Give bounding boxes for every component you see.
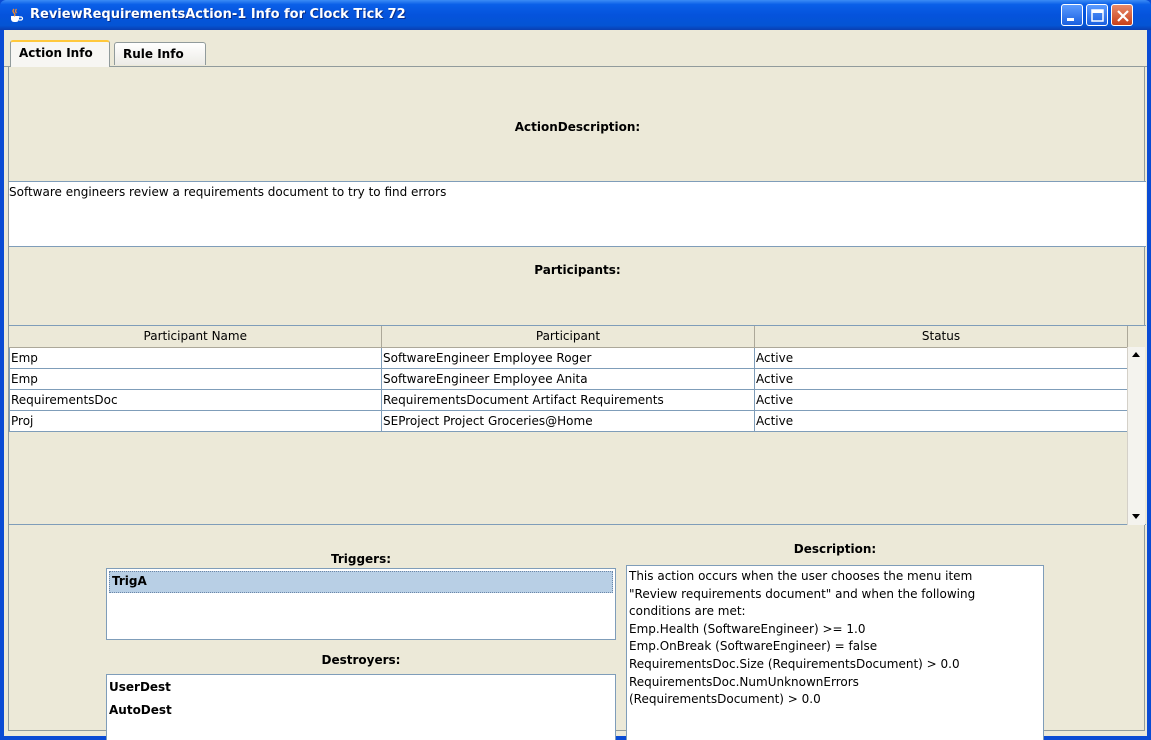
tab-bar: Action Info Rule Info	[4, 30, 1147, 68]
window-client: Action Info Rule Info ActionDescription:…	[4, 30, 1147, 740]
description-line: "Review requirements document" and when …	[629, 586, 976, 601]
window-title: ReviewRequirementsAction-1 Info for Cloc…	[30, 7, 406, 22]
description-line: RequirementsDoc.Size (RequirementsDocume…	[629, 656, 960, 671]
description-text-area[interactable]: This action occurs when the user chooses…	[626, 565, 1044, 740]
column-header-participant-name[interactable]: Participant Name	[9, 326, 382, 348]
participants-heading: Participants:	[534, 263, 621, 277]
destroyers-heading: Destroyers:	[321, 653, 401, 667]
tab-action-info[interactable]: Action Info	[10, 40, 110, 67]
cell-participant[interactable]: SoftwareEngineer Employee Roger	[381, 346, 755, 369]
triggers-heading: Triggers:	[330, 552, 392, 566]
app-window: ReviewRequirementsAction-1 Info for Cloc…	[0, 0, 1151, 740]
maximize-icon	[1091, 9, 1104, 22]
close-icon	[1117, 10, 1129, 22]
participants-table: Participant Name Participant Status Emp …	[9, 325, 1146, 525]
cell-participant-name[interactable]: RequirementsDoc	[9, 388, 382, 411]
cell-participant-name[interactable]: Emp	[9, 346, 382, 369]
scroll-up-arrow-icon[interactable]	[1127, 347, 1145, 363]
scroll-down-arrow-icon[interactable]	[1127, 508, 1145, 524]
cell-status[interactable]: Active	[754, 346, 1128, 369]
column-header-status[interactable]: Status	[754, 326, 1128, 348]
description-line: This action occurs when the user chooses…	[629, 569, 973, 583]
minimize-button[interactable]	[1061, 4, 1083, 26]
list-item-destroyer[interactable]: AutoDest	[109, 702, 615, 725]
minimize-icon	[1067, 18, 1074, 21]
cell-status[interactable]: Active	[754, 409, 1128, 432]
description-line: (RequirementsDocument) > 0.0	[629, 692, 821, 707]
description-line: Emp.Health (SoftwareEngineer) >= 1.0	[629, 621, 866, 636]
table-row[interactable]: Proj SEProject Project Groceries@Home Ac…	[9, 409, 1128, 432]
description-heading: Description:	[793, 542, 877, 556]
table-header-row: Participant Name Participant Status	[9, 326, 1128, 348]
title-bar[interactable]: ReviewRequirementsAction-1 Info for Cloc…	[0, 0, 1151, 30]
triggers-list[interactable]: TrigA	[106, 568, 616, 640]
maximize-button[interactable]	[1086, 4, 1108, 26]
cell-participant[interactable]: SoftwareEngineer Employee Anita	[381, 367, 755, 390]
cell-participant-name[interactable]: Emp	[9, 367, 382, 390]
action-info-panel: ActionDescription: Software engineers re…	[8, 67, 1146, 740]
destroyers-list[interactable]: UserDest AutoDest	[106, 674, 616, 740]
list-item-trigger[interactable]: TrigA	[109, 571, 613, 593]
table-row[interactable]: RequirementsDoc RequirementsDocument Art…	[9, 388, 1128, 411]
column-header-participant[interactable]: Participant	[381, 326, 755, 348]
close-button[interactable]	[1111, 4, 1133, 26]
description-line: RequirementsDoc.NumUnknownErrors	[629, 674, 859, 689]
description-line: Emp.OnBreak (SoftwareEngineer) = false	[629, 639, 878, 654]
table-row[interactable]: Emp SoftwareEngineer Employee Anita Acti…	[9, 367, 1128, 390]
cell-participant[interactable]: RequirementsDocument Artifact Requiremen…	[381, 388, 755, 411]
cell-status[interactable]: Active	[754, 388, 1128, 411]
description-line: conditions are met:	[629, 604, 746, 619]
java-coffee-icon	[11, 8, 24, 22]
list-item-destroyer[interactable]: UserDest	[109, 679, 615, 702]
table-vertical-scrollbar[interactable]	[1127, 347, 1145, 525]
tab-rule-info[interactable]: Rule Info	[114, 42, 206, 65]
table-row[interactable]: Emp SoftwareEngineer Employee Roger Acti…	[9, 346, 1128, 369]
cell-participant-name[interactable]: Proj	[9, 409, 382, 432]
action-description-heading: ActionDescription:	[514, 120, 641, 134]
action-description-text[interactable]: Software engineers review a requirements…	[9, 181, 1146, 247]
cell-participant[interactable]: SEProject Project Groceries@Home	[381, 409, 755, 432]
cell-status[interactable]: Active	[754, 367, 1128, 390]
